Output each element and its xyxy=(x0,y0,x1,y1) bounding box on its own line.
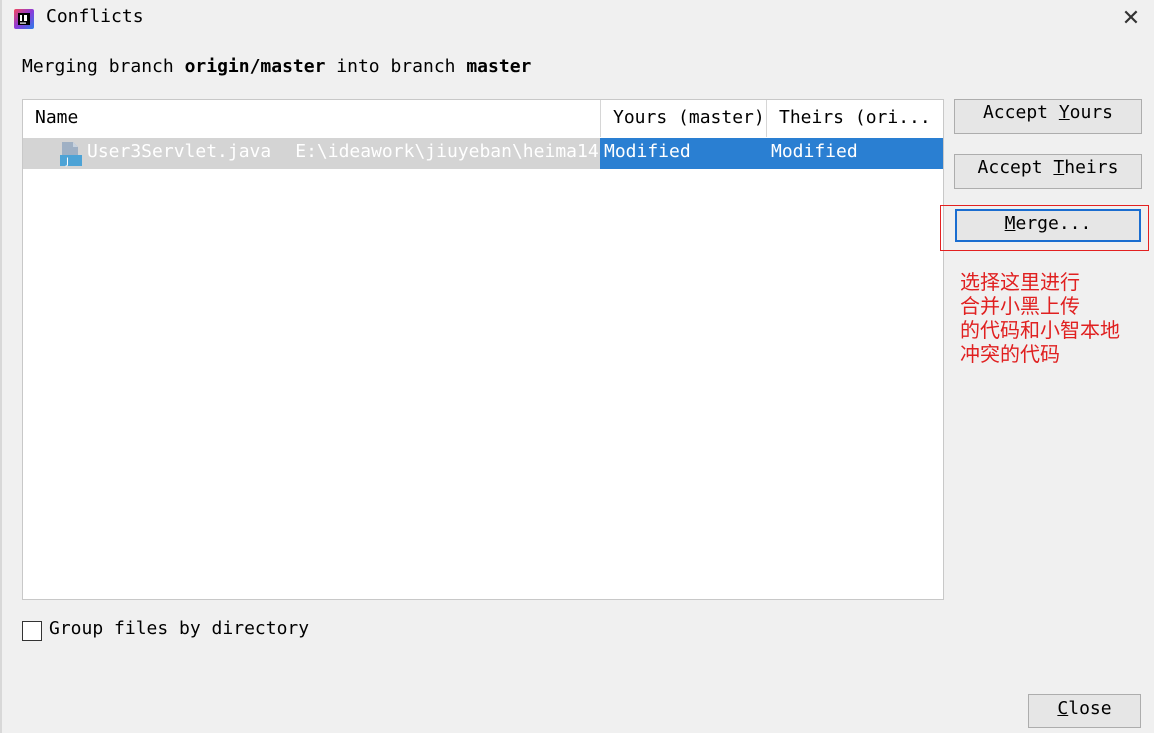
accept-yours-label-pre: Accept xyxy=(982,102,1059,123)
heading-prefix: Merging branch xyxy=(22,56,185,77)
file-cell[interactable]: J User3Servlet.java E:\ideawork\jiuyeban\… xyxy=(23,138,600,169)
table-row[interactable]: J User3Servlet.java E:\ideawork\jiuyeban\… xyxy=(23,138,943,169)
merge-mnemonic: M xyxy=(1004,213,1016,234)
merge-description: Merging branch origin/master into branch… xyxy=(22,56,531,77)
group-by-directory-checkbox[interactable] xyxy=(22,621,42,641)
column-header-yours[interactable]: Yours (master) xyxy=(600,100,766,137)
file-path: E:\ideawork\jiuyeban\heima14 xyxy=(295,141,599,162)
close-icon[interactable]: ✕ xyxy=(1118,6,1144,32)
accept-theirs-label-post: heirs xyxy=(1064,157,1119,178)
accept-theirs-mnemonic: T xyxy=(1053,157,1065,178)
window-left-edge xyxy=(0,0,2,733)
column-header-name[interactable]: Name xyxy=(23,100,600,137)
accept-yours-label-post: ours xyxy=(1069,102,1114,123)
merge-button[interactable]: Merge... xyxy=(955,209,1141,242)
close-button[interactable]: Close xyxy=(1028,694,1141,728)
accept-yours-button[interactable]: Accept Yours xyxy=(954,99,1142,134)
accept-theirs-button[interactable]: Accept Theirs xyxy=(954,154,1142,189)
table-header: Name Yours (master) Theirs (ori... xyxy=(23,100,943,137)
accept-theirs-label-pre: Accept xyxy=(977,157,1054,178)
column-header-theirs[interactable]: Theirs (ori... xyxy=(766,100,943,137)
svg-text:J: J xyxy=(65,157,69,168)
file-name: User3Servlet.java xyxy=(87,141,272,162)
accept-yours-mnemonic: Y xyxy=(1058,102,1070,123)
title-bar: Conflicts ✕ xyxy=(0,0,1154,36)
intellij-idea-icon xyxy=(14,9,34,29)
java-file-icon: J xyxy=(60,142,82,168)
source-branch: origin/master xyxy=(184,56,326,77)
heading-middle: into branch xyxy=(325,56,467,77)
close-label-post: lose xyxy=(1068,698,1112,719)
window-title: Conflicts xyxy=(46,6,144,27)
yours-status-cell[interactable]: Modified xyxy=(600,138,766,169)
theirs-status-cell[interactable]: Modified xyxy=(766,138,943,169)
group-by-directory-label[interactable]: Group files by directory xyxy=(49,618,309,639)
target-branch: master xyxy=(466,56,532,77)
close-mnemonic: C xyxy=(1057,698,1069,719)
annotation-note: 选择这里进行 合并小黑上传 的代码和小智本地 冲突的代码 xyxy=(960,270,1120,366)
merge-label-post: erge... xyxy=(1015,213,1092,234)
conflicts-table[interactable]: Name Yours (master) Theirs (ori... J Use… xyxy=(22,99,944,600)
